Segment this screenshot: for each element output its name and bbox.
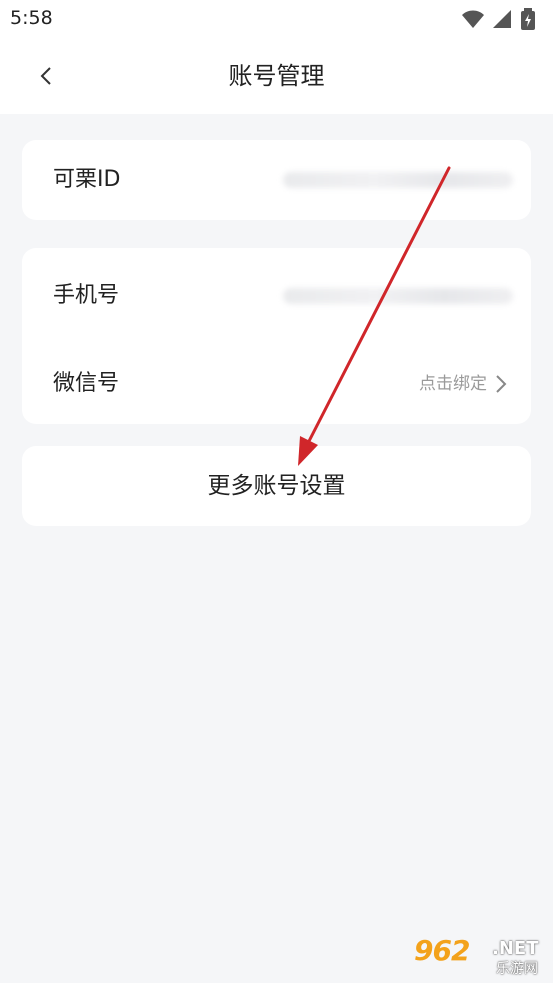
wechat-bind-hint: 点击绑定 <box>419 374 487 394</box>
wechat-row[interactable]: 微信号 点击绑定 <box>22 344 531 424</box>
watermark-number: 962 <box>414 934 470 967</box>
status-time: 5:58 <box>10 7 53 29</box>
wechat-label: 微信号 <box>53 371 120 396</box>
wifi-icon <box>462 10 484 28</box>
page-title: 账号管理 <box>228 62 325 90</box>
signal-icon <box>493 10 511 28</box>
back-button[interactable] <box>26 56 66 96</box>
watermark-domain: .NET <box>492 938 539 959</box>
keli-id-row[interactable]: 可栗ID <box>22 140 531 220</box>
contact-card: 手机号 微信号 点击绑定 <box>22 248 531 424</box>
phone-label: 手机号 <box>53 283 120 308</box>
keli-id-label: 可栗ID <box>53 167 121 192</box>
status-icons <box>461 8 541 30</box>
chevron-right-icon <box>496 375 507 393</box>
keli-id-card: 可栗ID <box>22 140 531 220</box>
status-bar: 5:58 <box>0 0 553 38</box>
chevron-left-icon <box>40 67 51 85</box>
phone-value-blurred <box>283 288 513 304</box>
watermark-logo: 962 .NET 乐游网 <box>414 934 548 980</box>
more-account-settings-button[interactable]: 更多账号设置 <box>22 446 531 526</box>
keli-id-value-blurred <box>283 172 513 188</box>
phone-row[interactable]: 手机号 <box>22 256 531 336</box>
watermark-site: 乐游网 <box>496 961 538 977</box>
battery-charging-icon <box>521 8 535 30</box>
navigation-bar: 账号管理 <box>0 38 553 114</box>
